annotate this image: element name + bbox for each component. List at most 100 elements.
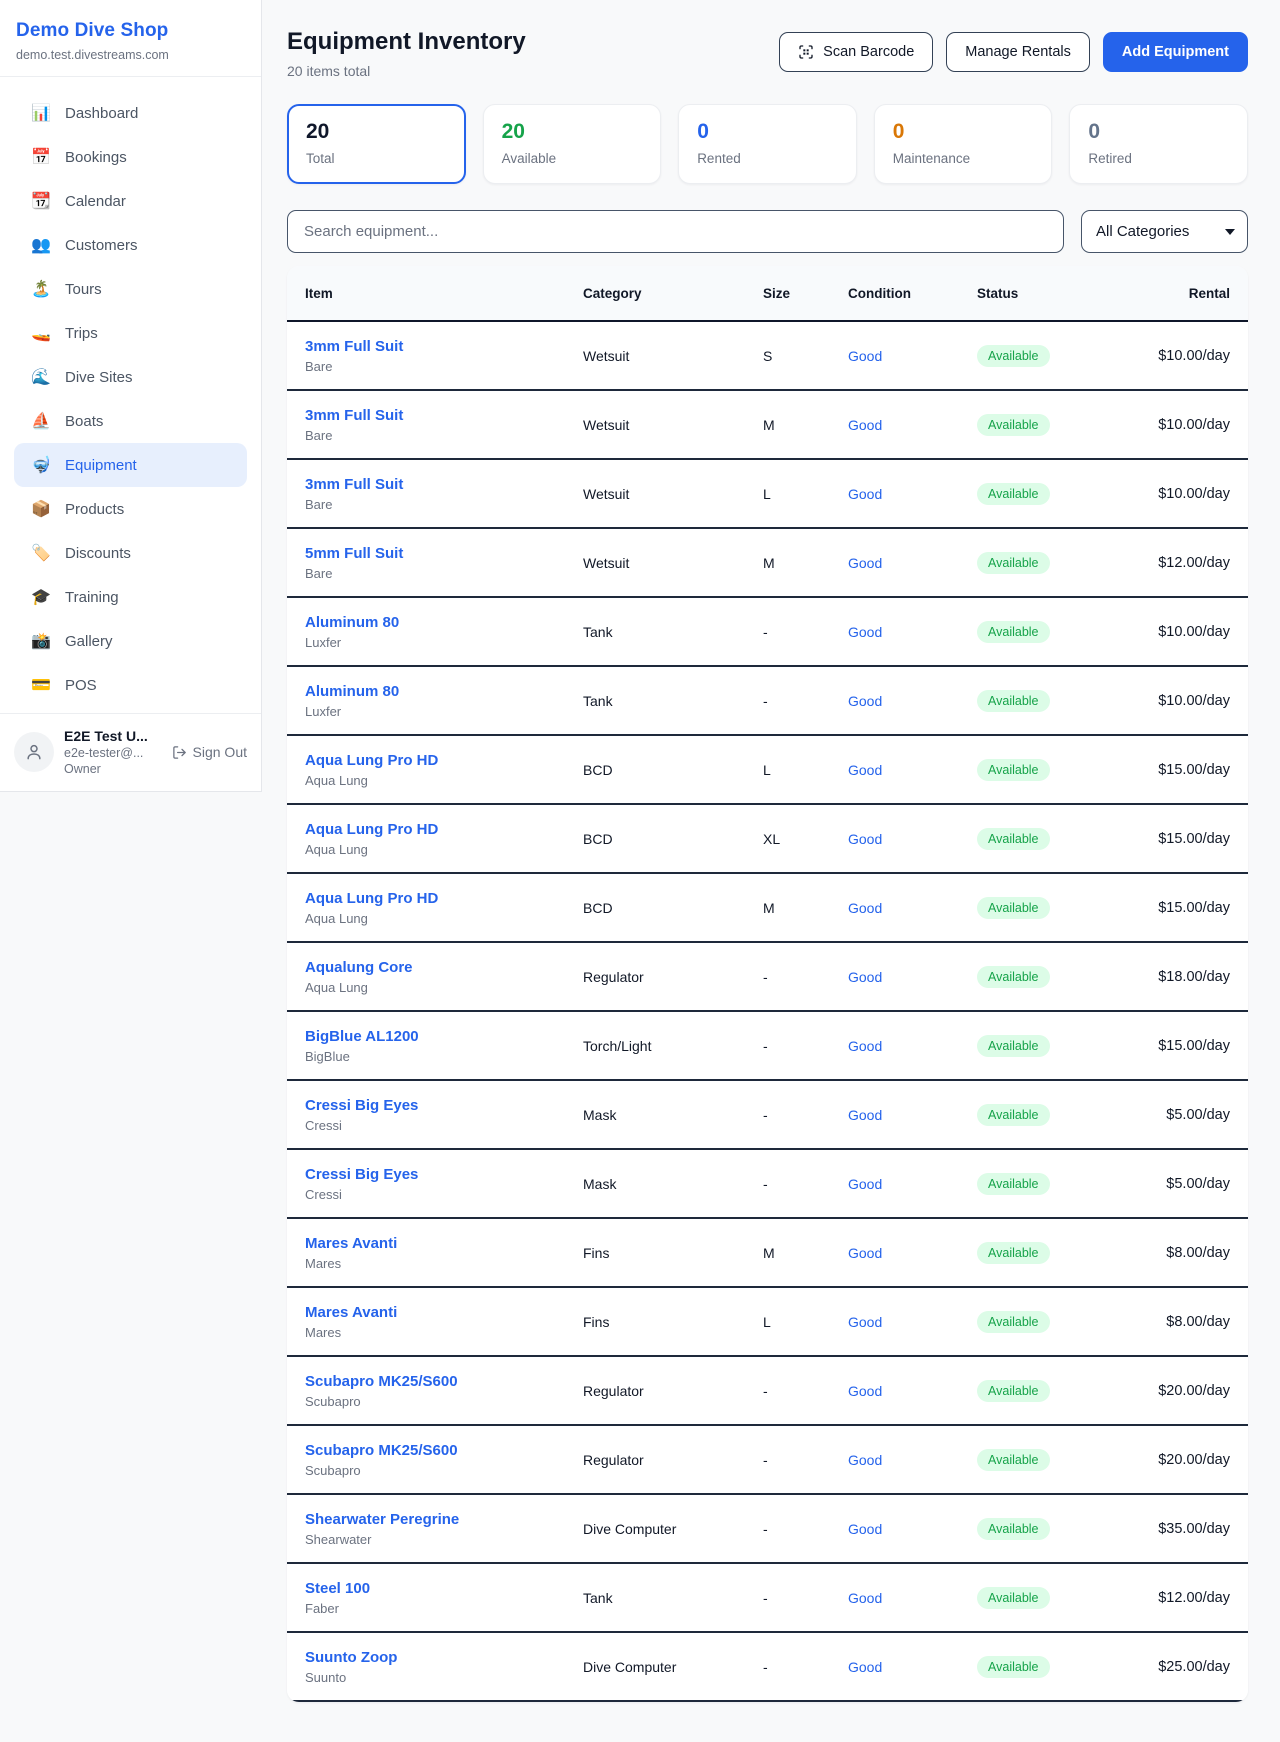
- status-cell: Available: [977, 621, 1152, 643]
- condition-link[interactable]: Good: [848, 1314, 977, 1330]
- stat-card-available[interactable]: 20 Available: [483, 104, 662, 184]
- condition-link[interactable]: Good: [848, 1452, 977, 1468]
- item-cell: Aqua Lung Pro HD Aqua Lung: [305, 890, 583, 926]
- item-name-link[interactable]: 3mm Full Suit: [305, 407, 583, 424]
- condition-link[interactable]: Good: [848, 1590, 977, 1606]
- column-header-item: Item: [305, 286, 583, 301]
- item-name-link[interactable]: Aqua Lung Pro HD: [305, 890, 583, 907]
- item-name-link[interactable]: Cressi Big Eyes: [305, 1097, 583, 1114]
- category-cell: Tank: [583, 1590, 763, 1606]
- sidebar-item-boats[interactable]: ⛵ Boats: [14, 399, 247, 443]
- item-name-link[interactable]: BigBlue AL1200: [305, 1028, 583, 1045]
- sidebar-item-products[interactable]: 📦 Products: [14, 487, 247, 531]
- scan-barcode-button[interactable]: Scan Barcode: [779, 32, 933, 72]
- item-name-link[interactable]: Shearwater Peregrine: [305, 1511, 583, 1528]
- rental-rate: $5.00/day: [1152, 1107, 1230, 1123]
- sidebar-item-customers[interactable]: 👥 Customers: [14, 223, 247, 267]
- condition-link[interactable]: Good: [848, 624, 977, 640]
- condition-link[interactable]: Good: [848, 1038, 977, 1054]
- item-name-link[interactable]: 5mm Full Suit: [305, 545, 583, 562]
- sidebar-item-training[interactable]: 🎓 Training: [14, 575, 247, 619]
- sidebar-item-dive-sites[interactable]: 🌊 Dive Sites: [14, 355, 247, 399]
- category-cell: Mask: [583, 1176, 763, 1192]
- sidebar-item-tours[interactable]: 🏝️ Tours: [14, 267, 247, 311]
- item-name-link[interactable]: Aqua Lung Pro HD: [305, 752, 583, 769]
- rental-rate: $15.00/day: [1152, 831, 1230, 847]
- condition-link[interactable]: Good: [848, 486, 977, 502]
- table-row: Aqualung Core Aqua Lung Regulator - Good…: [287, 943, 1248, 1012]
- stat-card-rented[interactable]: 0 Rented: [678, 104, 857, 184]
- condition-link[interactable]: Good: [848, 555, 977, 571]
- stat-card-maintenance[interactable]: 0 Maintenance: [874, 104, 1053, 184]
- sidebar-item-trips[interactable]: 🚤 Trips: [14, 311, 247, 355]
- item-name-link[interactable]: Aluminum 80: [305, 683, 583, 700]
- condition-link[interactable]: Good: [848, 762, 977, 778]
- sidebar-item-gallery[interactable]: 📸 Gallery: [14, 619, 247, 663]
- sidebar-item-dashboard[interactable]: 📊 Dashboard: [14, 91, 247, 135]
- item-name-link[interactable]: Suunto Zoop: [305, 1649, 583, 1666]
- item-brand: Cressi: [305, 1187, 583, 1202]
- condition-link[interactable]: Good: [848, 693, 977, 709]
- sidebar-item-discounts[interactable]: 🏷️ Discounts: [14, 531, 247, 575]
- rental-rate: $10.00/day: [1152, 348, 1230, 364]
- nav-item-label: Equipment: [65, 457, 137, 474]
- condition-link[interactable]: Good: [848, 900, 977, 916]
- stat-label: Total: [306, 151, 447, 166]
- table-row: Cressi Big Eyes Cressi Mask - Good Avail…: [287, 1081, 1248, 1150]
- item-name-link[interactable]: Mares Avanti: [305, 1235, 583, 1252]
- sign-out-button[interactable]: Sign Out: [172, 744, 247, 760]
- condition-link[interactable]: Good: [848, 831, 977, 847]
- item-cell: Cressi Big Eyes Cressi: [305, 1166, 583, 1202]
- item-name-link[interactable]: Steel 100: [305, 1580, 583, 1597]
- item-name-link[interactable]: Scubapro MK25/S600: [305, 1373, 583, 1390]
- category-cell: Fins: [583, 1245, 763, 1261]
- item-name-link[interactable]: Scubapro MK25/S600: [305, 1442, 583, 1459]
- rental-rate: $15.00/day: [1152, 900, 1230, 916]
- item-name-link[interactable]: 3mm Full Suit: [305, 476, 583, 493]
- status-badge: Available: [977, 690, 1050, 712]
- item-cell: Aqua Lung Pro HD Aqua Lung: [305, 752, 583, 788]
- size-cell: -: [763, 1107, 848, 1123]
- add-equipment-button[interactable]: Add Equipment: [1103, 32, 1248, 72]
- rental-rate: $20.00/day: [1152, 1383, 1230, 1399]
- item-name-link[interactable]: Mares Avanti: [305, 1304, 583, 1321]
- item-cell: Suunto Zoop Suunto: [305, 1649, 583, 1685]
- condition-link[interactable]: Good: [848, 1107, 977, 1123]
- item-name-link[interactable]: Cressi Big Eyes: [305, 1166, 583, 1183]
- table-row: Mares Avanti Mares Fins M Good Available…: [287, 1219, 1248, 1288]
- sidebar-item-bookings[interactable]: 📅 Bookings: [14, 135, 247, 179]
- manage-rentals-button[interactable]: Manage Rentals: [946, 32, 1090, 72]
- table-row: Aluminum 80 Luxfer Tank - Good Available…: [287, 598, 1248, 667]
- stat-card-total[interactable]: 20 Total: [287, 104, 466, 184]
- item-cell: Scubapro MK25/S600 Scubapro: [305, 1442, 583, 1478]
- rental-rate: $12.00/day: [1152, 555, 1230, 571]
- table-row: 3mm Full Suit Bare Wetsuit M Good Availa…: [287, 391, 1248, 460]
- filter-row: All Categories: [287, 210, 1248, 253]
- condition-link[interactable]: Good: [848, 1245, 977, 1261]
- table-row: Scubapro MK25/S600 Scubapro Regulator - …: [287, 1357, 1248, 1426]
- item-cell: 3mm Full Suit Bare: [305, 476, 583, 512]
- item-name-link[interactable]: 3mm Full Suit: [305, 338, 583, 355]
- status-badge: Available: [977, 1104, 1050, 1126]
- condition-link[interactable]: Good: [848, 348, 977, 364]
- sidebar-item-equipment[interactable]: 🤿 Equipment: [14, 443, 247, 487]
- condition-link[interactable]: Good: [848, 1659, 977, 1675]
- column-header-status: Status: [977, 286, 1152, 301]
- sidebar-item-pos[interactable]: 💳 POS: [14, 663, 247, 707]
- item-brand: BigBlue: [305, 1049, 583, 1064]
- stat-card-retired[interactable]: 0 Retired: [1069, 104, 1248, 184]
- condition-link[interactable]: Good: [848, 1176, 977, 1192]
- item-name-link[interactable]: Aqualung Core: [305, 959, 583, 976]
- category-filter-select[interactable]: All Categories: [1081, 210, 1248, 253]
- condition-link[interactable]: Good: [848, 1383, 977, 1399]
- condition-link[interactable]: Good: [848, 417, 977, 433]
- condition-link[interactable]: Good: [848, 969, 977, 985]
- search-input[interactable]: [287, 210, 1064, 253]
- brand-title[interactable]: Demo Dive Shop: [16, 20, 245, 42]
- condition-link[interactable]: Good: [848, 1521, 977, 1537]
- item-name-link[interactable]: Aqua Lung Pro HD: [305, 821, 583, 838]
- category-cell: Wetsuit: [583, 486, 763, 502]
- item-name-link[interactable]: Aluminum 80: [305, 614, 583, 631]
- sidebar-item-calendar[interactable]: 📆 Calendar: [14, 179, 247, 223]
- status-badge: Available: [977, 621, 1050, 643]
